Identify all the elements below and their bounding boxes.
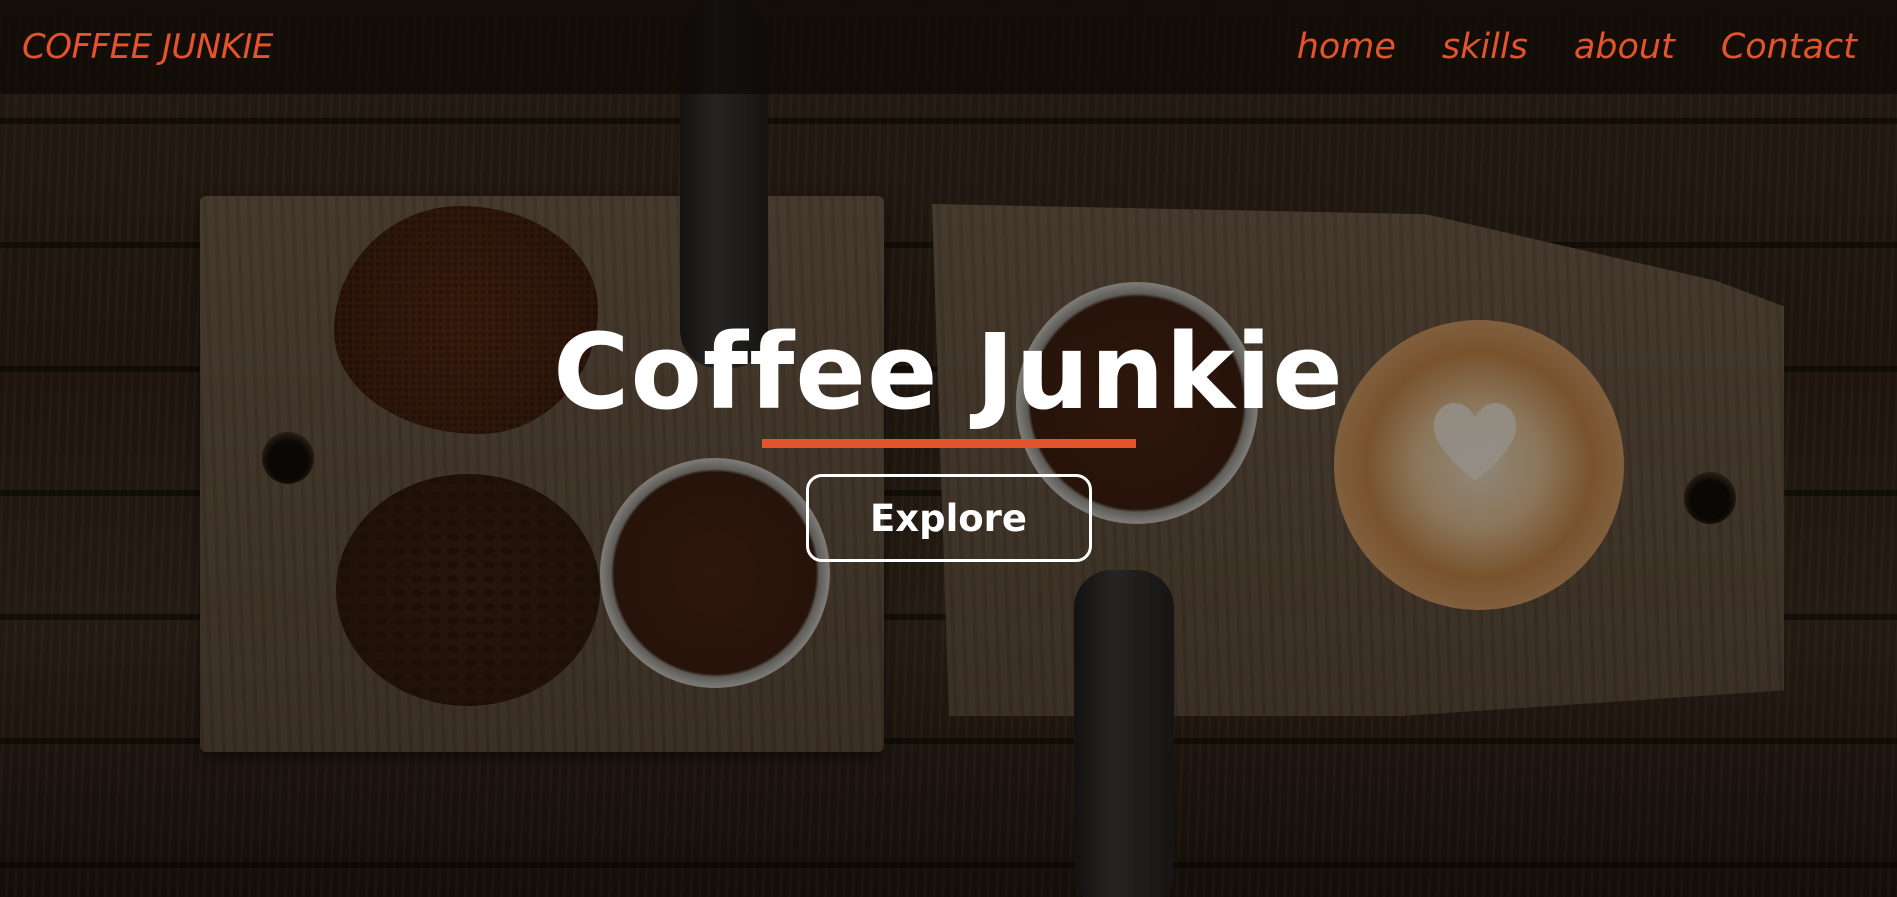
nav-link-skills[interactable]: skills bbox=[1442, 27, 1528, 67]
explore-button[interactable]: Explore bbox=[805, 474, 1092, 563]
navbar: COFFEE JUNKIE home skills about Contact bbox=[0, 0, 1897, 94]
brand-logo-link[interactable]: COFFEE JUNKIE bbox=[22, 27, 274, 67]
nav-links: home skills about Contact bbox=[1297, 27, 1857, 67]
title-underline bbox=[761, 439, 1136, 449]
nav-link-about[interactable]: about bbox=[1574, 27, 1675, 67]
hero-content: Coffee Junkie Explore bbox=[0, 311, 1897, 563]
hero-title: Coffee Junkie bbox=[553, 311, 1344, 433]
nav-link-home[interactable]: home bbox=[1297, 27, 1396, 67]
hero-section: COFFEE JUNKIE home skills about Contact … bbox=[0, 0, 1897, 897]
nav-link-contact[interactable]: Contact bbox=[1721, 27, 1857, 67]
